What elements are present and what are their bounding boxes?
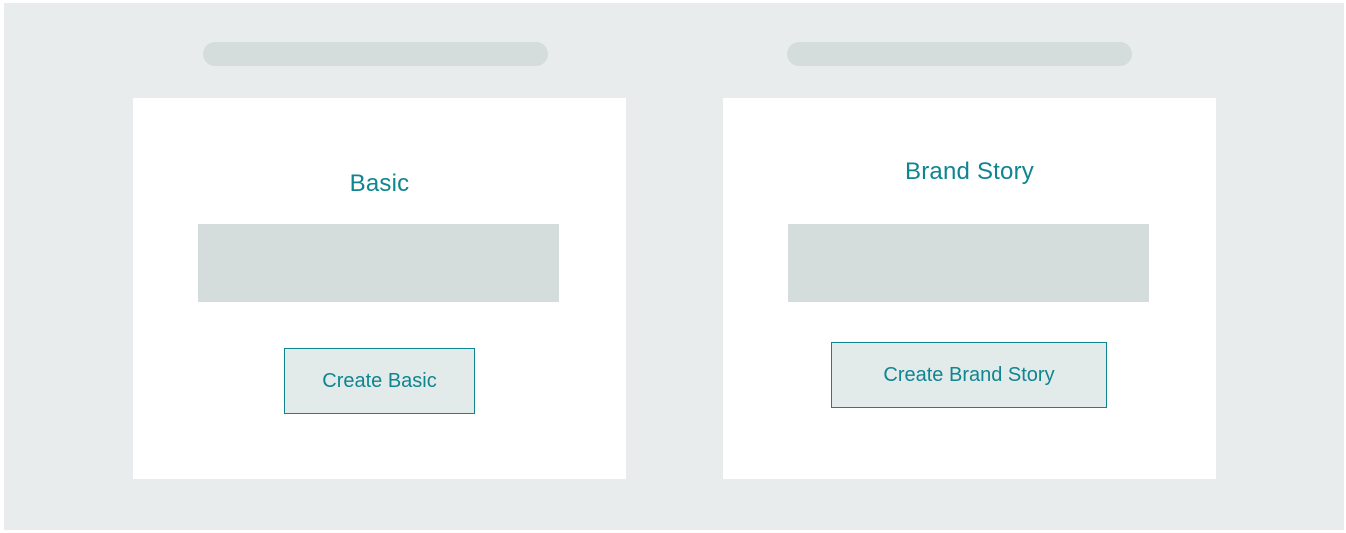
skeleton-heading-brand-story bbox=[787, 42, 1132, 66]
template-preview-placeholder bbox=[198, 224, 559, 302]
card-title: Brand Story bbox=[905, 158, 1034, 185]
brand-story-template-card: Brand Story Create Brand Story bbox=[723, 98, 1216, 479]
template-chooser-panel: Basic Create Basic Brand Story Create Br… bbox=[4, 3, 1344, 530]
skeleton-heading-basic bbox=[203, 42, 548, 66]
create-brand-story-button[interactable]: Create Brand Story bbox=[831, 342, 1107, 408]
basic-template-card: Basic Create Basic bbox=[133, 98, 626, 479]
template-preview-placeholder bbox=[788, 224, 1149, 302]
create-basic-button[interactable]: Create Basic bbox=[284, 348, 475, 414]
card-title: Basic bbox=[349, 170, 410, 197]
